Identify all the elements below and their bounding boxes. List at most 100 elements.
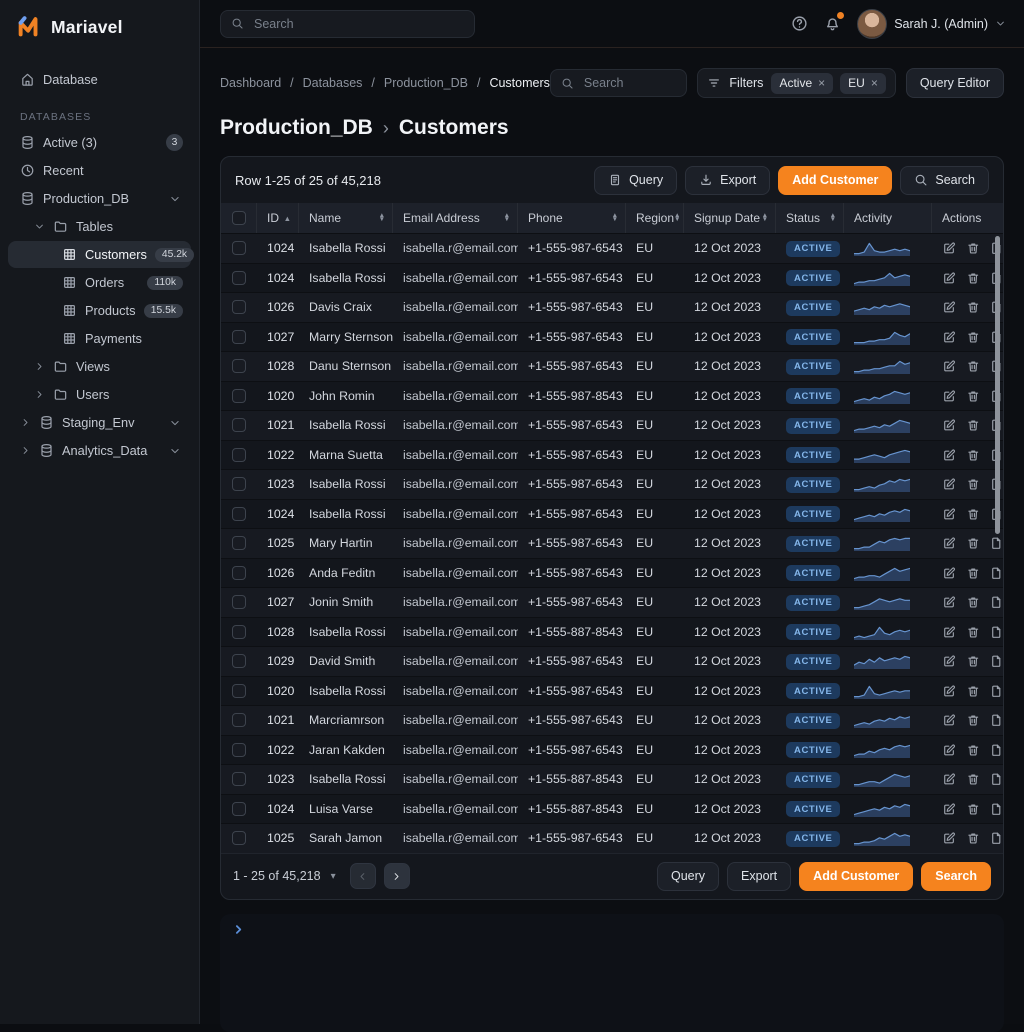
- breadcrumb-item-dashboard[interactable]: Dashboard: [220, 76, 281, 90]
- table-row[interactable]: 1021Isabella Rossiisabella.r@email.com+1…: [221, 410, 1003, 440]
- column-header-id[interactable]: ID▲: [257, 203, 299, 233]
- close-icon[interactable]: ×: [871, 76, 878, 90]
- edit-icon[interactable]: [942, 330, 957, 345]
- table-row[interactable]: 1026Davis Craixisabella.r@email.com+1-55…: [221, 292, 1003, 322]
- trash-icon[interactable]: [966, 566, 981, 581]
- query-button[interactable]: Query: [657, 862, 719, 891]
- export-button[interactable]: Export: [685, 166, 770, 195]
- edit-icon[interactable]: [942, 448, 957, 463]
- table-row[interactable]: 1024Isabella Rossiisabella.r@email.com+1…: [221, 233, 1003, 263]
- edit-icon[interactable]: [942, 684, 957, 699]
- trash-icon[interactable]: [966, 625, 981, 640]
- column-header-activity[interactable]: Activity: [844, 203, 932, 233]
- trash-icon[interactable]: [966, 271, 981, 286]
- expand-chevron-icon[interactable]: [232, 923, 245, 936]
- table-row[interactable]: 1024Luisa Varseisabella.r@email.com+1-55…: [221, 794, 1003, 824]
- trash-icon[interactable]: [966, 330, 981, 345]
- trash-icon[interactable]: [966, 802, 981, 817]
- sidebar-item-active-3[interactable]: Active (3)3: [8, 129, 191, 156]
- trash-icon[interactable]: [966, 772, 981, 787]
- checkbox[interactable]: [232, 507, 246, 521]
- column-header-signup-date[interactable]: Signup Date▲▼: [684, 203, 776, 233]
- next-page-button[interactable]: [384, 863, 410, 889]
- checkbox[interactable]: [232, 536, 246, 550]
- document-icon[interactable]: [989, 595, 1003, 610]
- search-button[interactable]: Search: [900, 166, 989, 195]
- sidebar-item-products[interactable]: Products15.5k: [8, 297, 191, 324]
- checkbox[interactable]: [232, 359, 246, 373]
- edit-icon[interactable]: [942, 566, 957, 581]
- checkbox[interactable]: [232, 477, 246, 491]
- breadcrumb-item-production-db[interactable]: Production_DB: [384, 76, 468, 90]
- document-icon[interactable]: [989, 566, 1003, 581]
- sidebar-item-production-db[interactable]: Production_DB: [8, 185, 191, 212]
- sidebar-item-staging-env[interactable]: Staging_Env: [8, 409, 191, 436]
- filters-group[interactable]: Filters Active×EU×: [697, 68, 895, 98]
- column-header-status[interactable]: Status▲▼: [776, 203, 844, 233]
- filter-chip-active[interactable]: Active×: [771, 73, 833, 94]
- trash-icon[interactable]: [966, 389, 981, 404]
- column-header-email-address[interactable]: Email Address▲▼: [393, 203, 518, 233]
- sidebar-item-database[interactable]: Database: [8, 66, 191, 93]
- checkbox[interactable]: [232, 625, 246, 639]
- checkbox[interactable]: [232, 330, 246, 344]
- edit-icon[interactable]: [942, 359, 957, 374]
- checkbox[interactable]: [232, 448, 246, 462]
- edit-icon[interactable]: [942, 713, 957, 728]
- checkbox[interactable]: [232, 389, 246, 403]
- trash-icon[interactable]: [966, 300, 981, 315]
- edit-icon[interactable]: [942, 477, 957, 492]
- checkbox[interactable]: [232, 418, 246, 432]
- column-header-name[interactable]: Name▲▼: [299, 203, 393, 233]
- prev-page-button[interactable]: [350, 863, 376, 889]
- column-header-phone[interactable]: Phone▲▼: [518, 203, 626, 233]
- breadcrumb-item-customers[interactable]: Customers: [489, 76, 549, 90]
- checkbox[interactable]: [232, 271, 246, 285]
- trash-icon[interactable]: [966, 507, 981, 522]
- select-all-checkbox[interactable]: [221, 203, 257, 233]
- document-icon[interactable]: [989, 536, 1003, 551]
- table-row[interactable]: 1026Anda Feditnisabella.r@email.com+1-55…: [221, 558, 1003, 588]
- edit-icon[interactable]: [942, 389, 957, 404]
- checkbox[interactable]: [232, 654, 246, 668]
- edit-icon[interactable]: [942, 743, 957, 758]
- edit-icon[interactable]: [942, 595, 957, 610]
- table-row[interactable]: 1020Isabella Rossiisabella.r@email.com+1…: [221, 676, 1003, 706]
- checkbox[interactable]: [232, 772, 246, 786]
- document-icon[interactable]: [989, 802, 1003, 817]
- trash-icon[interactable]: [966, 684, 981, 699]
- user-menu[interactable]: Sarah J. (Admin): [857, 9, 1006, 39]
- checkbox[interactable]: [232, 211, 246, 225]
- edit-icon[interactable]: [942, 418, 957, 433]
- document-icon[interactable]: [989, 684, 1003, 699]
- document-icon[interactable]: [989, 625, 1003, 640]
- document-icon[interactable]: [989, 713, 1003, 728]
- table-row[interactable]: 1024Isabella Rossiisabella.r@email.com+1…: [221, 263, 1003, 293]
- table-scrollbar[interactable]: [995, 236, 1000, 534]
- table-row[interactable]: 1024Isabella Rossiisabella.r@email.com+1…: [221, 499, 1003, 529]
- trash-icon[interactable]: [966, 448, 981, 463]
- close-icon[interactable]: ×: [818, 76, 825, 90]
- sidebar-item-users[interactable]: Users: [8, 381, 191, 408]
- filter-chip-eu[interactable]: EU×: [840, 73, 886, 94]
- edit-icon[interactable]: [942, 271, 957, 286]
- edit-icon[interactable]: [942, 654, 957, 669]
- checkbox[interactable]: [232, 743, 246, 757]
- edit-icon[interactable]: [942, 241, 957, 256]
- table-row[interactable]: 1028Danu Sternsonisabella.r@email.com+1-…: [221, 351, 1003, 381]
- search-button[interactable]: Search: [921, 862, 991, 891]
- sidebar-item-customers[interactable]: Customers45.2k: [8, 241, 191, 268]
- query-button[interactable]: Query: [594, 166, 677, 195]
- trash-icon[interactable]: [966, 743, 981, 758]
- export-button[interactable]: Export: [727, 862, 791, 891]
- help-icon[interactable]: [791, 15, 808, 32]
- trash-icon[interactable]: [966, 241, 981, 256]
- column-header-actions[interactable]: Actions: [932, 203, 1003, 233]
- trash-icon[interactable]: [966, 359, 981, 374]
- trash-icon[interactable]: [966, 536, 981, 551]
- global-search-input[interactable]: [252, 16, 464, 32]
- checkbox[interactable]: [232, 300, 246, 314]
- trash-icon[interactable]: [966, 477, 981, 492]
- document-icon[interactable]: [989, 743, 1003, 758]
- checkbox[interactable]: [232, 802, 246, 816]
